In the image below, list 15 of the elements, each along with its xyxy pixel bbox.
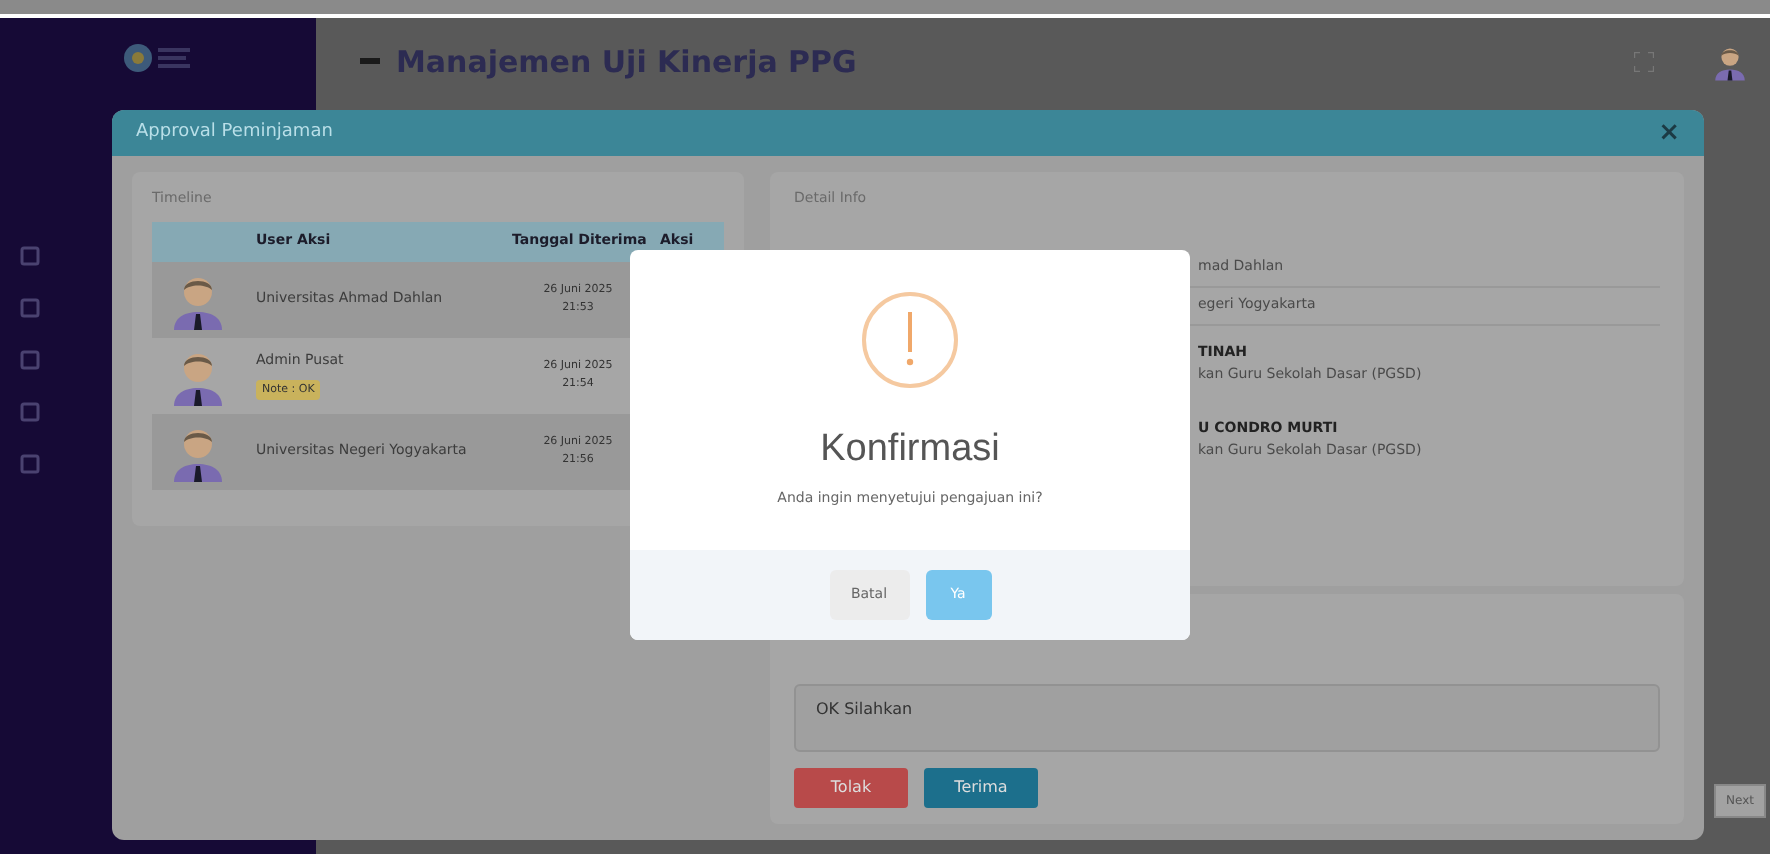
logo-icon — [122, 42, 194, 74]
fullscreen-icon[interactable] — [1634, 52, 1654, 72]
modal-title: Approval Peminjaman — [136, 119, 333, 146]
accept-button[interactable]: Terima — [924, 768, 1038, 808]
menu-item-icon[interactable] — [20, 298, 40, 318]
menu-item-icon[interactable] — [20, 350, 40, 370]
warning-icon — [860, 290, 960, 390]
close-button[interactable]: × — [1658, 113, 1680, 153]
dialog-title: Konfirmasi — [820, 426, 1000, 474]
remarks-field[interactable]: OK Silahkan — [794, 684, 1660, 752]
menu-icon[interactable] — [360, 58, 380, 66]
reject-button[interactable]: Tolak — [794, 768, 908, 808]
menu-item-icon[interactable] — [20, 402, 40, 422]
menu-item-icon[interactable] — [20, 246, 40, 266]
menu-item-icon[interactable] — [20, 454, 40, 474]
